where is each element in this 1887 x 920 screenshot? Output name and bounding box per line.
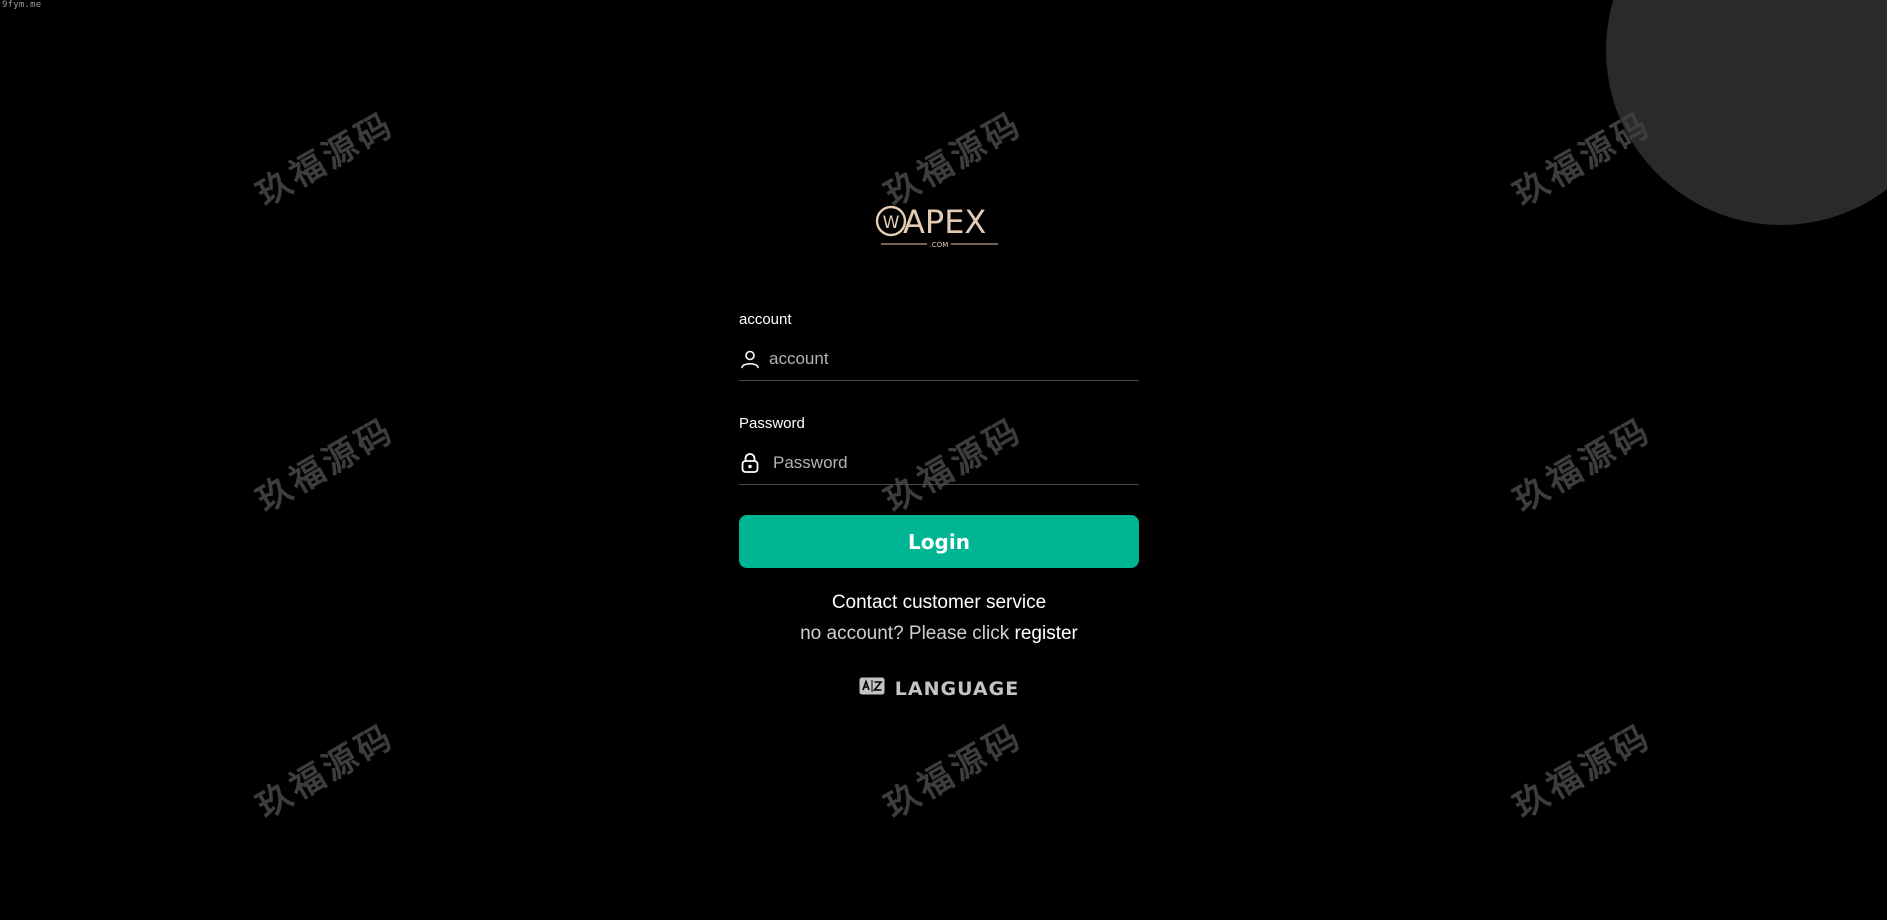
register-prompt: no account? Please click register: [739, 621, 1139, 647]
account-field-row: [739, 338, 1139, 381]
decorative-circle: [1606, 0, 1887, 225]
watermark: 玖福源码: [1506, 104, 1659, 215]
password-input[interactable]: [773, 448, 1139, 478]
logo-suffix: .COM: [930, 241, 949, 249]
register-link[interactable]: register: [1015, 623, 1078, 644]
logo-brand: APEX: [903, 203, 986, 241]
watermark: 玖福源码: [877, 104, 1030, 215]
login-page: 9fym.me 玖福源码 玖福源码 玖福源码 玖福源码 玖福源码 玖福源码 玖福…: [0, 0, 1887, 920]
wapex-logo-icon: W APEX .COM: [875, 203, 998, 249]
watermark: 玖福源码: [249, 716, 402, 827]
language-label: LANGUAGE: [894, 677, 1020, 700]
brand-logo: W APEX .COM: [875, 200, 1003, 250]
site-mark: 9fym.me: [2, 0, 42, 10]
password-label: Password: [739, 415, 805, 432]
contact-customer-service-link[interactable]: Contact customer service: [739, 590, 1139, 616]
account-input[interactable]: [769, 344, 1139, 374]
register-prefix: no account? Please click: [800, 623, 1010, 644]
watermark: 玖福源码: [249, 104, 402, 215]
watermark: 玖福源码: [249, 410, 402, 521]
account-label: account: [739, 311, 792, 328]
lock-icon: [739, 452, 761, 474]
translate-icon: [859, 677, 885, 700]
watermark: 玖福源码: [877, 716, 1030, 827]
login-button[interactable]: Login: [739, 515, 1139, 568]
watermark: 玖福源码: [1506, 410, 1659, 521]
user-icon: [739, 348, 761, 370]
watermark: 玖福源码: [1506, 716, 1659, 827]
language-selector[interactable]: LANGUAGE: [739, 677, 1139, 700]
password-field-row: [739, 442, 1139, 485]
login-form: account Password Login Con: [739, 310, 1139, 700]
logo-badge: W: [883, 213, 900, 233]
